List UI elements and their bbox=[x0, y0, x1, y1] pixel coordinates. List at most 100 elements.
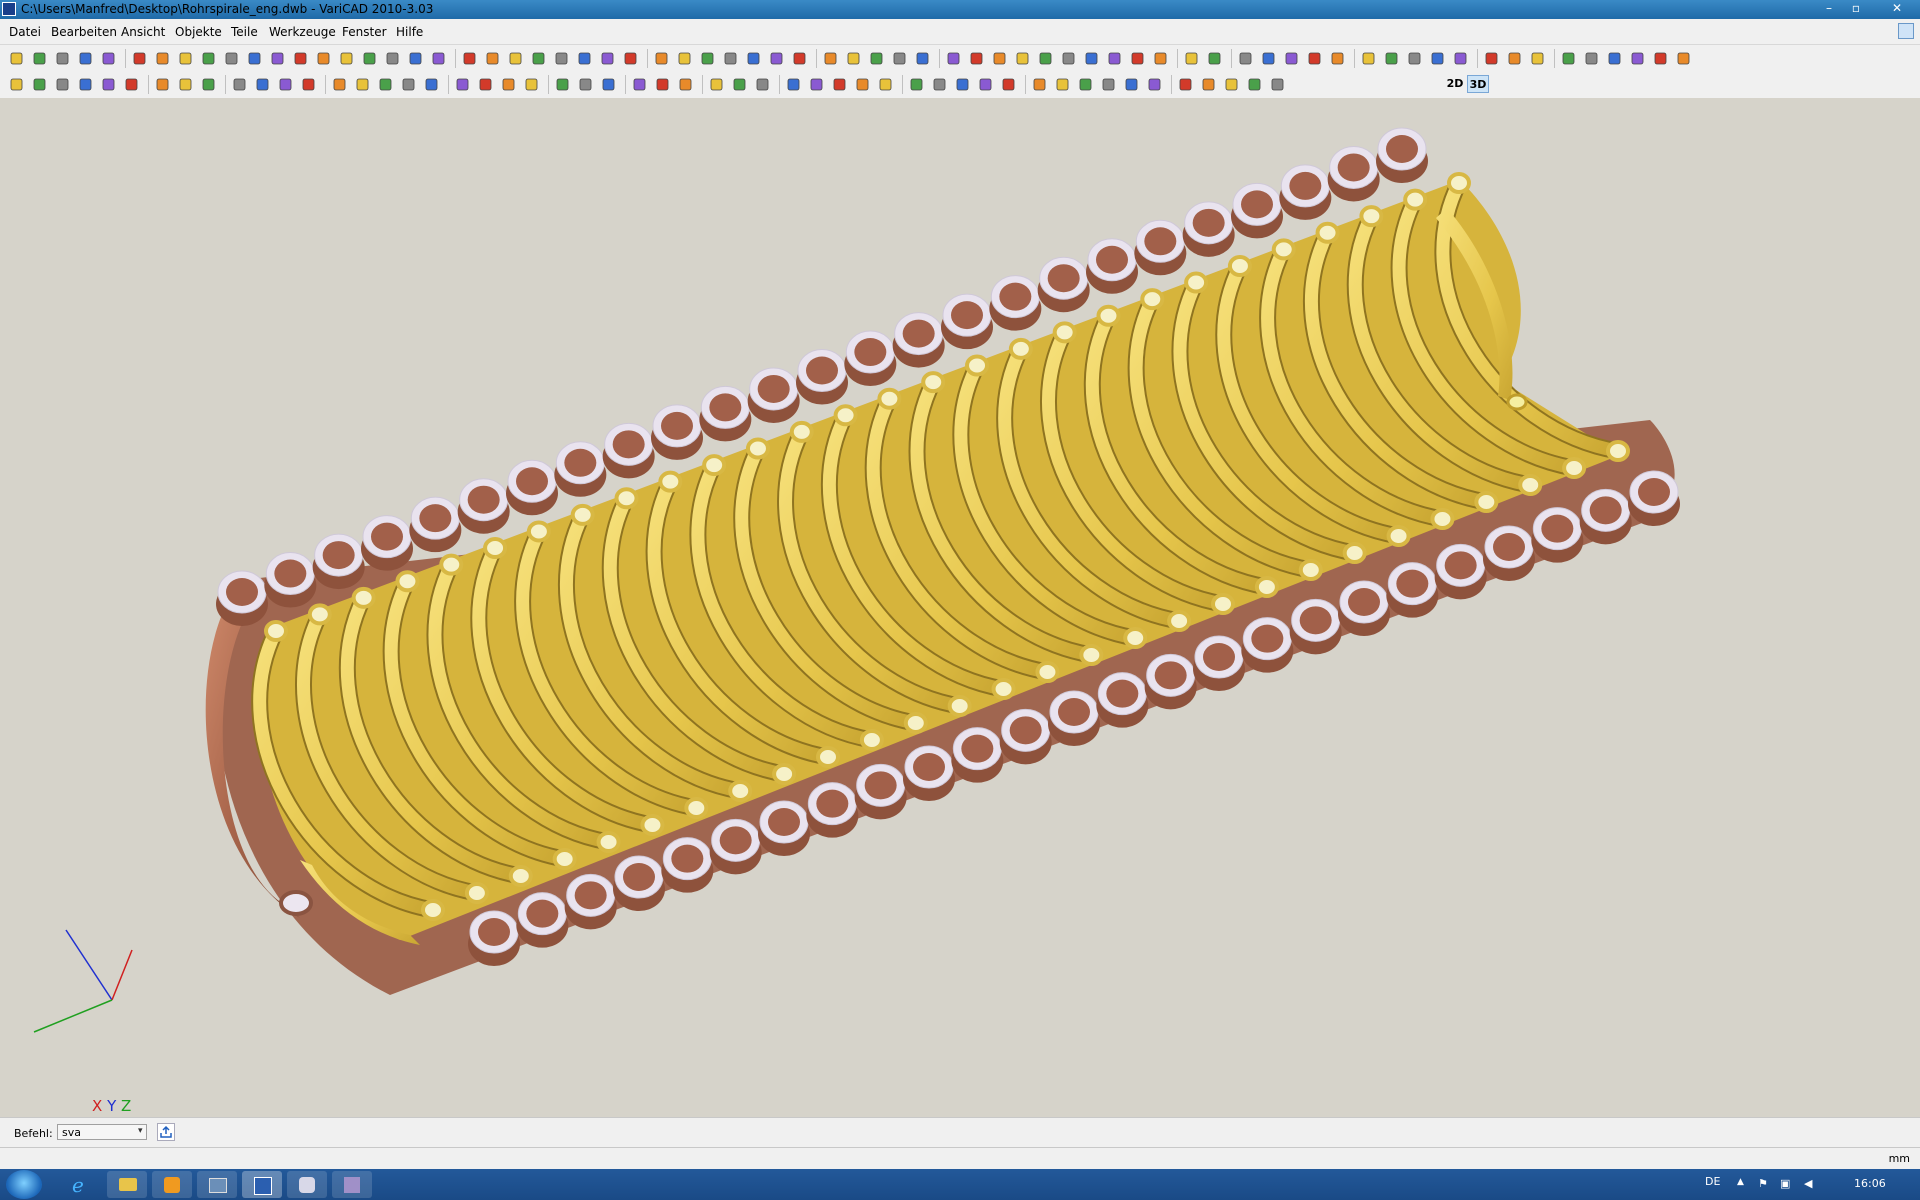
toolbar-tool-icon[interactable] bbox=[200, 76, 217, 93]
toolbar-tool-icon[interactable] bbox=[1383, 50, 1400, 67]
language-indicator[interactable]: DE bbox=[1705, 1175, 1720, 1188]
toolbar-tool-icon[interactable] bbox=[785, 76, 802, 93]
toolbar-tool-icon[interactable] bbox=[1483, 50, 1500, 67]
toolbar-tool-icon[interactable] bbox=[154, 50, 171, 67]
toolbar-tool-icon[interactable] bbox=[246, 50, 263, 67]
toolbar-tool-icon[interactable] bbox=[1529, 50, 1546, 67]
internet-explorer-icon[interactable]: e bbox=[62, 1171, 102, 1198]
toolbar-tool-icon[interactable] bbox=[338, 50, 355, 67]
view-3d-toggle[interactable]: 3D bbox=[1467, 75, 1489, 93]
toolbar-tool-icon[interactable] bbox=[677, 76, 694, 93]
close-button[interactable]: ✕ bbox=[1880, 0, 1914, 17]
toolbar-tool-icon[interactable] bbox=[1054, 76, 1071, 93]
toolbar-tool-icon[interactable] bbox=[361, 50, 378, 67]
toolbar-tool-icon[interactable] bbox=[477, 76, 494, 93]
toolbar-tool-icon[interactable] bbox=[808, 76, 825, 93]
tray-expand-icon[interactable]: ▲ bbox=[1737, 1177, 1744, 1187]
toolbar-tool-icon[interactable] bbox=[1237, 50, 1254, 67]
toolbar-tool-icon[interactable] bbox=[968, 50, 985, 67]
menu-werkzeuge[interactable]: Werkzeuge bbox=[269, 25, 336, 39]
toolbar-tool-icon[interactable] bbox=[622, 50, 639, 67]
toolbar-tool-icon[interactable] bbox=[277, 76, 294, 93]
toolbar-tool-icon[interactable] bbox=[523, 76, 540, 93]
menu-bearbeiten[interactable]: Bearbeiten bbox=[51, 25, 117, 39]
toolbar-tool-icon[interactable] bbox=[791, 50, 808, 67]
restore-child-icon[interactable] bbox=[1898, 23, 1914, 39]
taskbar-app-viewer-icon[interactable] bbox=[332, 1171, 372, 1198]
toolbar-tool-icon[interactable] bbox=[577, 76, 594, 93]
toolbar-tool-icon[interactable] bbox=[699, 50, 716, 67]
toolbar-tool-icon[interactable] bbox=[1077, 76, 1094, 93]
toolbar-tool-icon[interactable] bbox=[231, 76, 248, 93]
3d-viewport[interactable] bbox=[0, 98, 1920, 1117]
command-export-icon[interactable] bbox=[157, 1123, 175, 1141]
menu-datei[interactable]: Datei bbox=[9, 25, 41, 39]
toolbar-tool-icon[interactable] bbox=[576, 50, 593, 67]
toolbar-tool-icon[interactable] bbox=[400, 76, 417, 93]
toolbar-tool-icon[interactable] bbox=[1152, 50, 1169, 67]
clock[interactable]: 16:06 bbox=[1854, 1177, 1886, 1190]
toolbar-tool-icon[interactable] bbox=[945, 50, 962, 67]
toolbar-tool-icon[interactable] bbox=[461, 50, 478, 67]
toolbar-tool-icon[interactable] bbox=[877, 76, 894, 93]
toolbar-tool-icon[interactable] bbox=[554, 76, 571, 93]
menu-hilfe[interactable]: Hilfe bbox=[396, 25, 423, 39]
toolbar-tool-icon[interactable] bbox=[914, 50, 931, 67]
toolbar-tool-icon[interactable] bbox=[354, 76, 371, 93]
toolbar-tool-icon[interactable] bbox=[1329, 50, 1346, 67]
toolbar-tool-icon[interactable] bbox=[1123, 76, 1140, 93]
toolbar-tool-icon[interactable] bbox=[1260, 50, 1277, 67]
toolbar-tool-icon[interactable] bbox=[1031, 76, 1048, 93]
toolbar-tool-icon[interactable] bbox=[822, 50, 839, 67]
menu-objekte[interactable]: Objekte bbox=[175, 25, 222, 39]
toolbar-tool-icon[interactable] bbox=[1283, 50, 1300, 67]
toolbar-tool-icon[interactable] bbox=[530, 50, 547, 67]
toolbar-tool-icon[interactable] bbox=[54, 76, 71, 93]
toolbar-tool-icon[interactable] bbox=[931, 76, 948, 93]
toolbar-tool-icon[interactable] bbox=[1200, 76, 1217, 93]
toolbar-tool-icon[interactable] bbox=[254, 76, 271, 93]
view-2d-toggle[interactable]: 2D bbox=[1444, 75, 1466, 93]
toolbar-tool-icon[interactable] bbox=[8, 76, 25, 93]
pipe-coil-model[interactable] bbox=[0, 98, 1920, 1117]
toolbar-tool-icon[interactable] bbox=[331, 76, 348, 93]
toolbar-tool-icon[interactable] bbox=[1675, 50, 1692, 67]
toolbar-tool-icon[interactable] bbox=[1177, 76, 1194, 93]
toolbar-tool-icon[interactable] bbox=[131, 50, 148, 67]
volume-icon[interactable]: ◀ bbox=[1804, 1177, 1812, 1190]
toolbar-tool-icon[interactable] bbox=[154, 76, 171, 93]
start-button[interactable] bbox=[6, 1170, 42, 1199]
toolbar-tool-icon[interactable] bbox=[1037, 50, 1054, 67]
toolbar-tool-icon[interactable] bbox=[1560, 50, 1577, 67]
toolbar-tool-icon[interactable] bbox=[223, 50, 240, 67]
media-player-icon[interactable] bbox=[152, 1171, 192, 1198]
toolbar-tool-icon[interactable] bbox=[1100, 76, 1117, 93]
network-icon[interactable]: ▣ bbox=[1780, 1177, 1790, 1190]
menu-fenster[interactable]: Fenster bbox=[342, 25, 387, 39]
toolbar-tool-icon[interactable] bbox=[1246, 76, 1263, 93]
toolbar-tool-icon[interactable] bbox=[654, 76, 671, 93]
toolbar-tool-icon[interactable] bbox=[1206, 50, 1223, 67]
toolbar-tool-icon[interactable] bbox=[77, 50, 94, 67]
toolbar-tool-icon[interactable] bbox=[831, 76, 848, 93]
toolbar-tool-icon[interactable] bbox=[1083, 50, 1100, 67]
toolbar-tool-icon[interactable] bbox=[1606, 50, 1623, 67]
toolbar-tool-icon[interactable] bbox=[177, 50, 194, 67]
taskbar-app-tool-icon[interactable] bbox=[287, 1171, 327, 1198]
toolbar-tool-icon[interactable] bbox=[1306, 50, 1323, 67]
explorer-folder-icon[interactable] bbox=[107, 1171, 147, 1198]
toolbar-tool-icon[interactable] bbox=[315, 50, 332, 67]
taskbar-app-remote-icon[interactable] bbox=[197, 1171, 237, 1198]
toolbar-tool-icon[interactable] bbox=[1146, 76, 1163, 93]
toolbar-tool-icon[interactable] bbox=[54, 50, 71, 67]
toolbar-tool-icon[interactable] bbox=[1223, 76, 1240, 93]
toolbar-tool-icon[interactable] bbox=[1183, 50, 1200, 67]
toolbar-tool-icon[interactable] bbox=[484, 50, 501, 67]
varicad-app-icon[interactable] bbox=[2, 2, 16, 16]
toolbar-tool-icon[interactable] bbox=[676, 50, 693, 67]
toolbar-tool-icon[interactable] bbox=[1506, 50, 1523, 67]
command-dropdown-icon[interactable]: ▾ bbox=[138, 1126, 143, 1136]
toolbar-tool-icon[interactable] bbox=[384, 50, 401, 67]
toolbar-tool-icon[interactable] bbox=[31, 50, 48, 67]
toolbar-tool-icon[interactable] bbox=[553, 50, 570, 67]
